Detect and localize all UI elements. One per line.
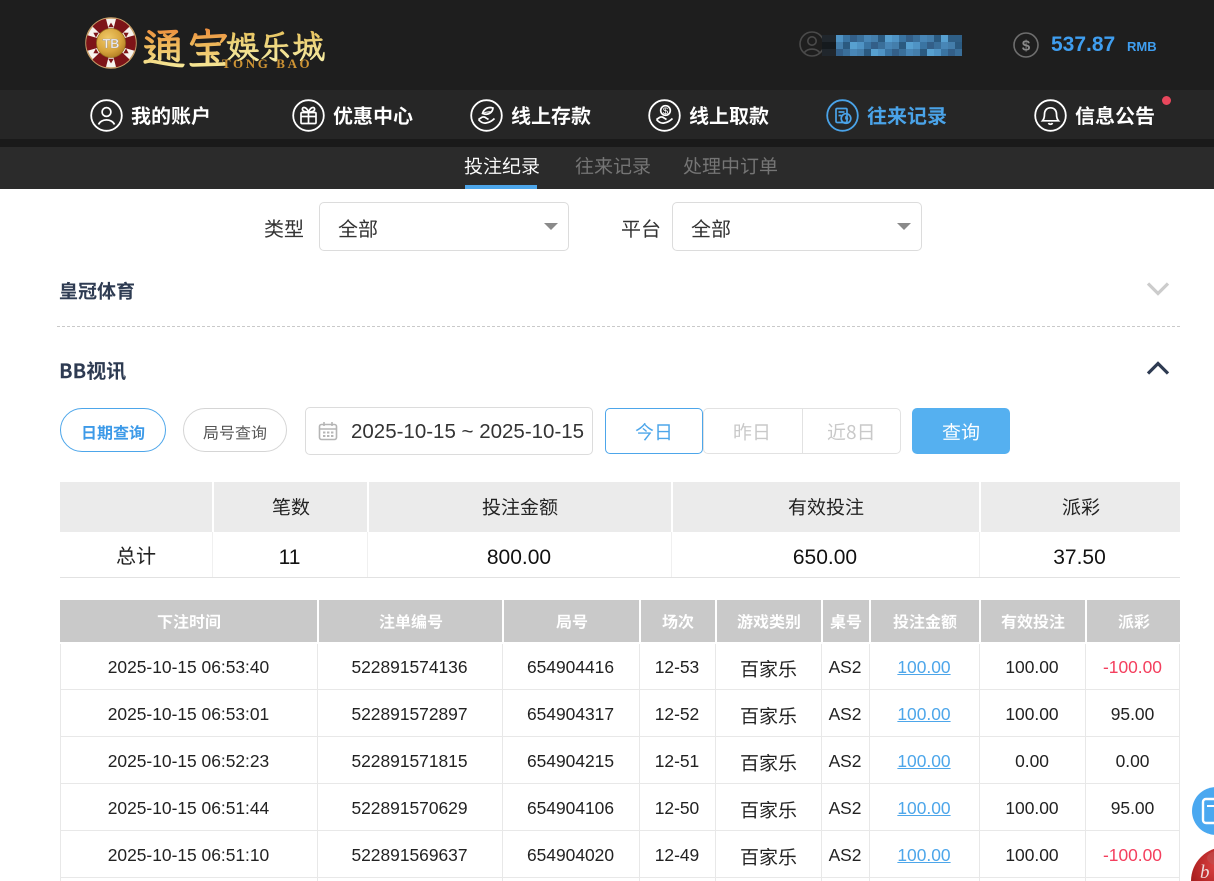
svg-text:$: $ bbox=[663, 106, 669, 117]
svg-text:TB: TB bbox=[103, 37, 120, 51]
svg-text:b: b bbox=[1200, 862, 1210, 881]
svg-text:$: $ bbox=[1022, 38, 1031, 55]
